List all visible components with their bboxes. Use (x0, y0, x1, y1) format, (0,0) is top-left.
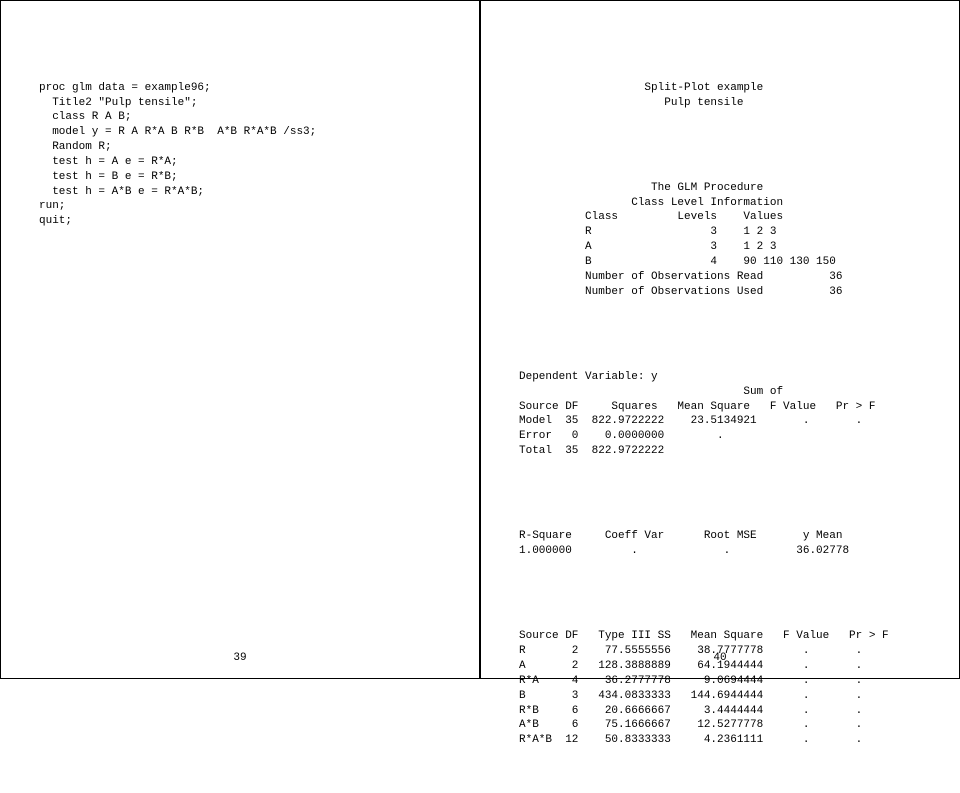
dependent-variable-table: Dependent Variable: y Sum of Source DF S… (519, 370, 921, 459)
type3-ss-table: Source DF Type III SS Mean Square F Valu… (519, 629, 921, 748)
output-title: Split-Plot example Pulp tensile (519, 81, 921, 111)
two-page-spread: proc glm data = example96; Title2 "Pulp … (0, 0, 960, 679)
page-number-left: 39 (1, 651, 479, 666)
page-right: Split-Plot example Pulp tensile The GLM … (480, 0, 960, 679)
sas-code-block: proc glm data = example96; Title2 "Pulp … (39, 81, 441, 229)
page-number-right: 40 (481, 651, 959, 666)
rsquare-table: R-Square Coeff Var Root MSE y Mean 1.000… (519, 529, 921, 559)
page-left: proc glm data = example96; Title2 "Pulp … (0, 0, 480, 679)
glm-procedure-header: The GLM Procedure Class Level Informatio… (519, 181, 921, 300)
